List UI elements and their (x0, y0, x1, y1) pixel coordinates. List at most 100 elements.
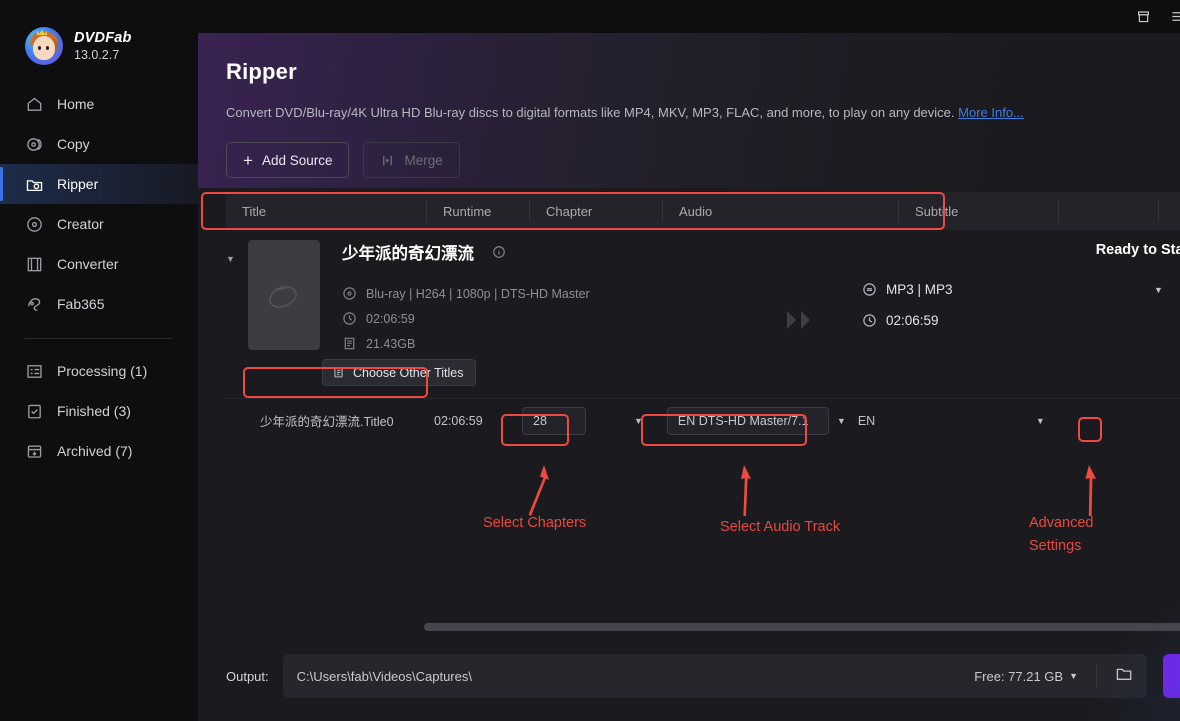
start-button[interactable]: Start (1163, 654, 1180, 698)
output-profile-line: MP3 | MP3 (862, 282, 1162, 297)
dvdfab-window: DVDFab 13.0.2.7 Home Copy (0, 0, 1180, 721)
menu-icon[interactable] (1160, 3, 1180, 31)
finished-icon (25, 402, 44, 421)
content-area: Title Runtime Chapter Audio Subtitle ▼ 少… (198, 188, 1180, 631)
sidebar-item-finished[interactable]: Finished (3) (0, 391, 198, 431)
sidebar: DVDFab 13.0.2.7 Home Copy (0, 0, 198, 721)
header-actions: + Add Source Merge (226, 142, 1180, 178)
chapter-dropdown-caret[interactable]: ▼ (634, 416, 643, 426)
page-header: Ripper Convert DVD/Blu-ray/4K Ultra HD B… (198, 33, 1180, 188)
main-pane: Ripper Convert DVD/Blu-ray/4K Ultra HD B… (198, 0, 1180, 721)
ready-status: Ready to Start (1096, 240, 1180, 260)
format-icon (862, 282, 877, 297)
sidebar-item-label: Fab365 (57, 296, 104, 312)
more-info-link[interactable]: More Info... (958, 105, 1024, 120)
choose-other-titles-label: Choose Other Titles (353, 366, 463, 380)
brand-name: DVDFab (74, 30, 132, 46)
track-name: 少年派的奇幻漂流.Title0 (226, 411, 434, 430)
primary-nav: Home Copy Ripper Creator (0, 84, 198, 471)
page-description: Convert DVD/Blu-ray/4K Ultra HD Blu-ray … (226, 105, 1180, 120)
free-space-label: Free: 77.21 GB (974, 669, 1063, 684)
file-size-icon (342, 336, 357, 351)
film-icon (25, 255, 44, 274)
annotation-arrow-audio (733, 463, 761, 523)
output-profile: MP3 | MP3 (886, 282, 953, 297)
sidebar-item-label: Converter (57, 256, 118, 272)
home-icon (25, 95, 44, 114)
archived-icon (25, 442, 44, 461)
annotation-arrow-chapters (518, 463, 556, 523)
add-source-button[interactable]: + Add Source (226, 142, 349, 178)
app-version: 13.0.2.7 (74, 48, 132, 62)
source-size: 21.43GB (366, 337, 415, 351)
sidebar-item-label: Finished (3) (57, 403, 131, 419)
disc-icon (342, 286, 357, 301)
merge-icon (380, 153, 395, 168)
column-runtime: Runtime (427, 200, 530, 222)
column-extra-2 (1159, 200, 1180, 222)
disc-thumbnail (248, 240, 320, 350)
creator-disc-icon (25, 215, 44, 234)
column-title: Title (226, 200, 427, 222)
gift-icon[interactable] (1126, 3, 1160, 31)
choose-other-titles-button[interactable]: Choose Other Titles (322, 359, 476, 386)
column-audio: Audio (663, 200, 899, 222)
chapter-select[interactable]: 28 (522, 407, 586, 435)
clock-icon (862, 313, 877, 328)
sidebar-item-label: Processing (1) (57, 363, 147, 379)
merge-button[interactable]: Merge (363, 142, 459, 178)
track-runtime: 02:06:59 (434, 414, 522, 428)
output-label: Output: (226, 669, 269, 684)
info-icon[interactable] (492, 245, 506, 259)
clock-icon (342, 311, 357, 326)
sidebar-item-fab365[interactable]: Fab365 (0, 284, 198, 324)
chapter-value: 28 (533, 414, 547, 428)
processing-icon (25, 362, 44, 381)
output-path-field[interactable]: C:\Users\fab\Videos\Captures\ Free: 77.2… (283, 654, 1147, 698)
add-source-label: Add Source (262, 153, 333, 168)
sidebar-item-ripper[interactable]: Ripper (0, 164, 198, 204)
output-runtime-line: 02:06:59 (862, 313, 1162, 328)
table-header: Title Runtime Chapter Audio Subtitle (226, 192, 1180, 230)
annotation-arrow-advanced (1076, 463, 1104, 523)
source-runtime: 02:06:59 (366, 312, 415, 326)
sidebar-item-processing[interactable]: Processing (1) (0, 351, 198, 391)
sidebar-item-label: Ripper (57, 176, 98, 192)
column-chapter: Chapter (530, 200, 663, 222)
disc-title: 少年派的奇幻漂流 (342, 240, 474, 264)
output-profile-block: MP3 | MP3 02:06:59 ▼ (862, 282, 1162, 328)
status-badge: Ready to Start (1096, 242, 1180, 258)
free-space-dropdown-caret[interactable]: ▼ (1069, 671, 1078, 681)
sidebar-item-home[interactable]: Home (0, 84, 198, 124)
track-row: 少年派的奇幻漂流.Title0 02:06:59 28 ▼ EN DTS-HD … (226, 398, 1180, 442)
sidebar-item-converter[interactable]: Converter (0, 244, 198, 284)
output-profile-dropdown-caret[interactable]: ▼ (1154, 285, 1163, 295)
choose-other-titles-wrap: Choose Other Titles (322, 359, 1180, 386)
plus-icon: + (243, 152, 253, 169)
audio-dropdown-caret[interactable]: ▼ (837, 416, 846, 426)
source-format: Blu-ray | H264 | 1080p | DTS-HD Master (366, 287, 590, 301)
folder-icon[interactable] (1115, 665, 1133, 688)
audio-value: EN DTS-HD Master/7.1 (678, 414, 809, 428)
brand: DVDFab 13.0.2.7 (0, 0, 198, 70)
column-subtitle: Subtitle (899, 200, 1059, 222)
scrollbar-thumb[interactable] (424, 623, 1180, 631)
disc-info: 少年派的奇幻漂流 Blu-ray | H264 | 1080p | DTS-HD… (342, 240, 1180, 351)
expand-collapse-caret[interactable]: ▼ (226, 240, 248, 351)
column-extra-1 (1059, 200, 1159, 222)
sidebar-item-creator[interactable]: Creator (0, 204, 198, 244)
page-title: Ripper (226, 59, 1180, 85)
audio-select[interactable]: EN DTS-HD Master/7.1 (667, 407, 829, 435)
subtitle-select[interactable]: EN (846, 414, 996, 428)
sidebar-item-archived[interactable]: Archived (7) (0, 431, 198, 471)
title-bar (198, 0, 1180, 33)
sidebar-item-copy[interactable]: Copy (0, 124, 198, 164)
horizontal-scrollbar[interactable] (424, 623, 1180, 631)
sidebar-item-label: Home (57, 96, 94, 112)
ripper-icon (25, 175, 44, 194)
subtitle-value: EN (858, 414, 875, 428)
subtitle-dropdown-caret[interactable]: ▼ (1036, 416, 1045, 426)
dvdfab-logo-icon (25, 27, 63, 65)
sidebar-divider (25, 338, 173, 339)
list-icon (332, 366, 345, 379)
